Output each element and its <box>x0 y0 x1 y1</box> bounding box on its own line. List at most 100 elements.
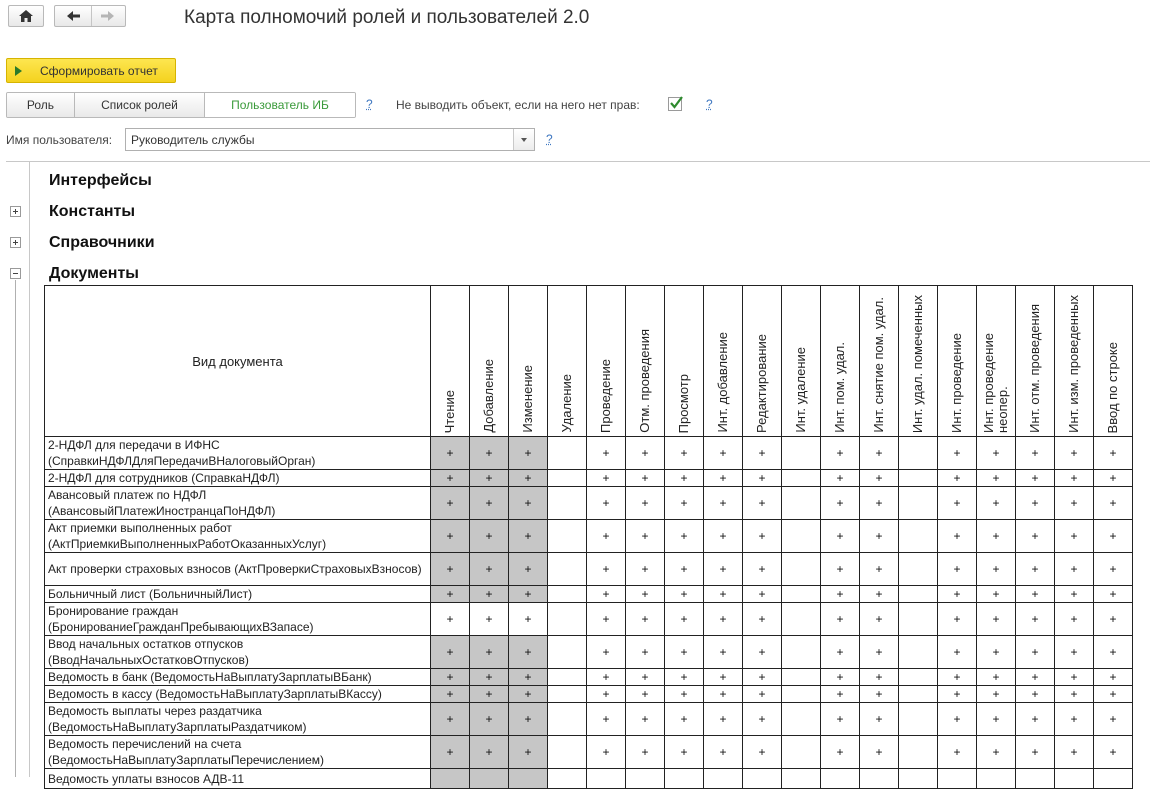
home-button[interactable] <box>8 5 44 27</box>
user-name-field[interactable]: Руководитель службы <box>125 128 535 151</box>
permission-cell: + <box>1015 552 1055 586</box>
tab-ib-user[interactable]: Пользователь ИБ <box>205 93 355 117</box>
permission-cell: + <box>742 635 782 669</box>
permission-cell: + <box>586 519 626 553</box>
table-row[interactable]: Ведомость перечислений на счета (Ведомос… <box>44 735 1133 769</box>
back-button[interactable] <box>55 6 92 26</box>
table-row[interactable]: Бронирование граждан (БронированиеГражда… <box>44 602 1133 636</box>
table-row[interactable]: 2-НДФЛ для сотрудников (СправкаНДФЛ) + + + +… <box>44 469 1133 487</box>
permission-cell: + <box>703 436 743 470</box>
permission-cell: + <box>859 702 899 736</box>
table-row[interactable]: 2-НДФЛ для передачи в ИФНС (СправкиНДФЛД… <box>44 436 1133 470</box>
permission-cell: + <box>664 436 704 470</box>
permission-cell: + <box>469 436 509 470</box>
permission-cell: + <box>859 585 899 603</box>
permission-cell: + <box>976 436 1016 470</box>
table-row[interactable]: Больничный лист (БольничныйЛист) + + + + + + + +… <box>44 585 1133 603</box>
expand-constants-icon[interactable] <box>10 206 21 217</box>
column-header: Инт. изм. проведенных <box>1054 285 1094 437</box>
expand-catalogs-icon[interactable] <box>10 237 21 248</box>
report-top-divider <box>6 161 1150 162</box>
table-row[interactable]: Акт проверки страховых взносов (АктПрове… <box>44 552 1133 586</box>
permission-cell <box>1015 768 1055 789</box>
column-header-label: Отм. проведения <box>637 329 652 433</box>
column-header: Проведение <box>586 285 626 437</box>
permission-cell <box>547 685 587 703</box>
permission-cell: + <box>508 436 548 470</box>
permission-cell: + <box>625 469 665 487</box>
document-type-cell: Акт проверки страховых взносов (АктПрове… <box>44 552 431 586</box>
permission-cell <box>898 469 938 487</box>
permission-cell: + <box>664 469 704 487</box>
column-header-label: Инт. снятие пом. удал. <box>871 297 886 433</box>
column-header-label: Редактирование <box>754 333 769 433</box>
permission-cell: + <box>703 668 743 686</box>
table-body: 2-НДФЛ для передачи в ИФНС (СправкиНДФЛД… <box>44 436 1133 789</box>
tab-role[interactable]: Роль <box>7 93 75 117</box>
document-type-cell: Ввод начальных остатков отпусков (ВводНа… <box>44 635 431 669</box>
table-row[interactable]: Ведомость в банк (ВедомостьНаВыплатуЗарп… <box>44 668 1133 686</box>
column-header-label: Инт. проведение неопер. <box>981 333 1010 433</box>
permission-cell: + <box>586 668 626 686</box>
permission-cell: + <box>664 519 704 553</box>
play-icon <box>15 66 22 76</box>
user-dropdown-button[interactable] <box>513 129 534 150</box>
permission-cell: + <box>508 519 548 553</box>
user-help-link[interactable]: ? <box>546 132 553 146</box>
column-header: Ввод по строке <box>1093 285 1133 437</box>
permission-cell <box>820 768 860 789</box>
permission-cell: + <box>1054 486 1094 520</box>
permission-cell: + <box>430 735 470 769</box>
permission-cell: + <box>664 602 704 636</box>
permission-cell: + <box>703 602 743 636</box>
permission-cell: + <box>937 585 977 603</box>
permission-cell <box>781 486 821 520</box>
hide-objects-help-link[interactable]: ? <box>706 97 713 111</box>
table-row[interactable]: Ввод начальных остатков отпусков (ВводНа… <box>44 635 1133 669</box>
permission-cell: + <box>664 552 704 586</box>
permission-cell: + <box>664 685 704 703</box>
report-variant-tabs: Роль Список ролей Пользователь ИБ <box>6 92 356 118</box>
permission-cell: + <box>1054 585 1094 603</box>
permission-cell: + <box>937 702 977 736</box>
table-row[interactable]: Ведомость выплаты через раздатчика (Ведо… <box>44 702 1133 736</box>
permission-cell: + <box>859 552 899 586</box>
table-row[interactable]: Авансовый платеж по НДФЛ (АвансовыйПлате… <box>44 486 1133 520</box>
permission-cell: + <box>586 552 626 586</box>
permission-cell <box>430 768 470 789</box>
permission-cell: + <box>586 469 626 487</box>
column-header-label: Чтение <box>442 389 457 433</box>
collapse-documents-icon[interactable] <box>10 268 21 279</box>
tabs-help-link[interactable]: ? <box>366 97 373 111</box>
permission-cell: + <box>937 519 977 553</box>
permission-cell <box>781 685 821 703</box>
permission-cell <box>742 768 782 789</box>
permission-cell <box>781 635 821 669</box>
permission-cell: + <box>664 702 704 736</box>
permission-cell: + <box>703 635 743 669</box>
permission-cell <box>1093 768 1133 789</box>
forward-button[interactable] <box>91 6 125 26</box>
group-catalogs: Справочники <box>49 234 155 251</box>
permission-cell: + <box>976 635 1016 669</box>
permission-cell <box>898 486 938 520</box>
tab-role-list[interactable]: Список ролей <box>75 93 205 117</box>
permission-cell: + <box>1093 486 1133 520</box>
generate-report-button[interactable]: Сформировать отчет <box>6 58 176 83</box>
table-row[interactable]: Акт приемки выполненных работ (АктПриемк… <box>44 519 1133 553</box>
table-row[interactable]: Ведомость в кассу (ВедомостьНаВыплатуЗар… <box>44 685 1133 703</box>
permission-cell <box>898 735 938 769</box>
permission-cell: + <box>742 602 782 636</box>
permission-cell <box>547 436 587 470</box>
permission-cell: + <box>703 685 743 703</box>
document-type-cell: 2-НДФЛ для передачи в ИФНС (СправкиНДФЛД… <box>44 436 431 470</box>
permission-cell <box>547 668 587 686</box>
permission-cell: + <box>1093 519 1133 553</box>
hide-objects-checkbox[interactable] <box>668 96 683 111</box>
user-name-value: Руководитель службы <box>131 133 255 147</box>
permission-cell: + <box>430 668 470 686</box>
column-header: Инт. добавление <box>703 285 743 437</box>
table-row[interactable]: Ведомость уплаты взносов АДВ-11 <box>44 768 1133 789</box>
permission-cell <box>976 768 1016 789</box>
permission-cell: + <box>1054 552 1094 586</box>
